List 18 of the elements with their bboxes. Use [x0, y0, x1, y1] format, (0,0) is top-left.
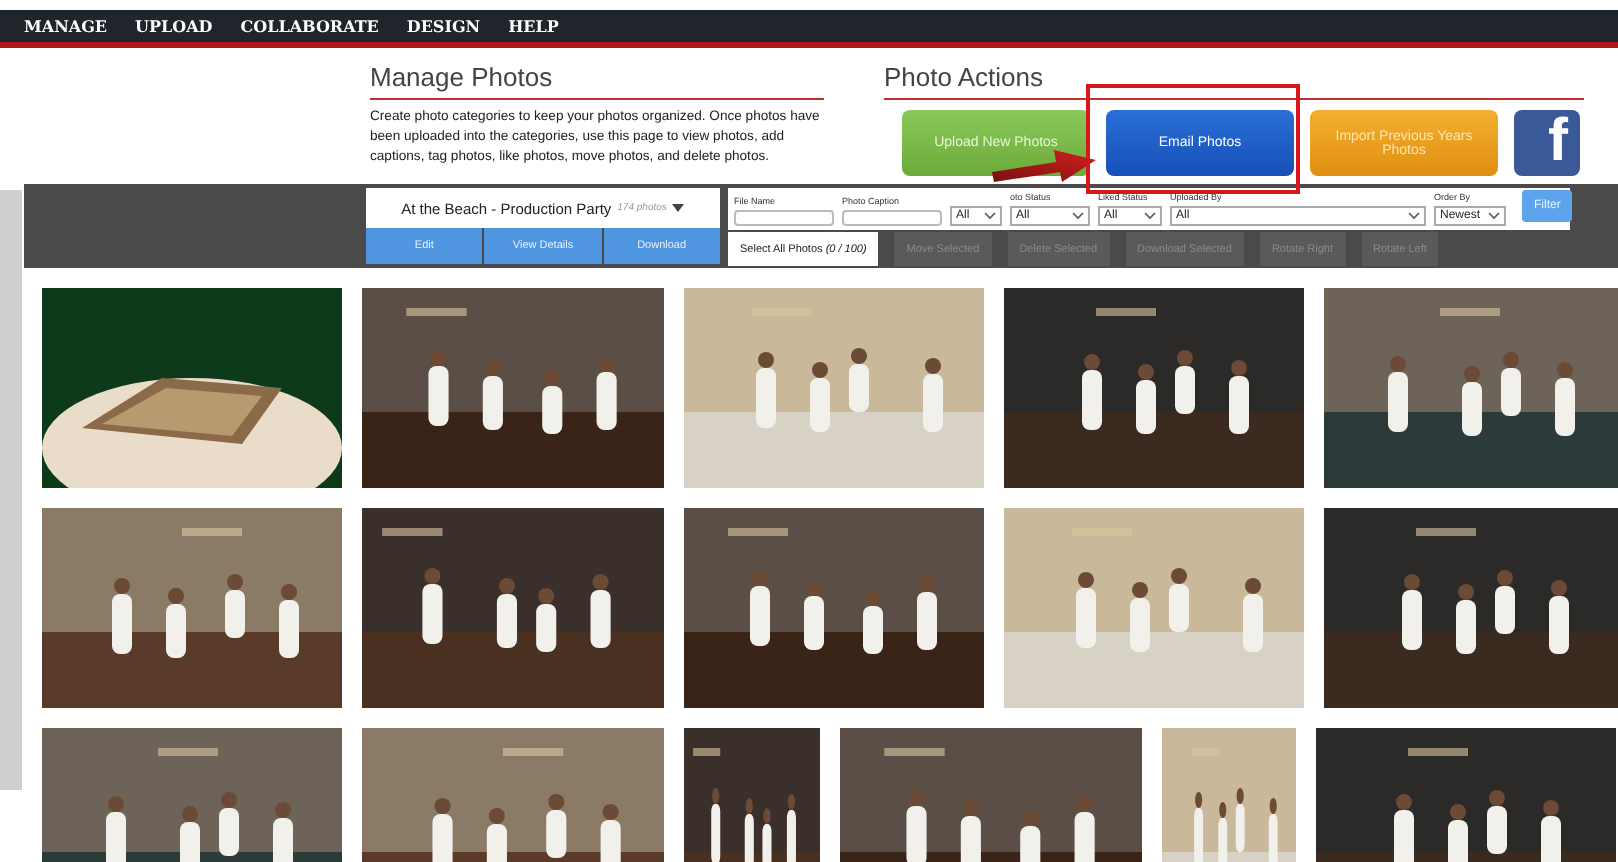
facebook-button[interactable]: f — [1514, 110, 1580, 176]
caret-icon — [672, 204, 685, 212]
input-field[interactable] — [734, 210, 834, 226]
nav-link[interactable]: UPLOAD — [135, 16, 213, 36]
scrollbar[interactable] — [0, 190, 22, 790]
chevron-icon — [984, 212, 996, 220]
input-field[interactable] — [842, 210, 942, 226]
nav-link[interactable]: MANAGE — [24, 16, 108, 36]
pointer-arrow — [992, 150, 1096, 182]
chevron-icon — [1072, 212, 1084, 220]
nav-link[interactable]: DESIGN — [406, 16, 481, 36]
chevron-icon — [1408, 212, 1420, 220]
nav-link[interactable]: COLLABORATE — [240, 16, 379, 36]
section-title: Photo Actions — [884, 48, 1584, 100]
nav-link[interactable]: HELP — [508, 16, 559, 36]
chevron-icon — [1488, 212, 1500, 220]
section-title: Manage Photos — [370, 48, 824, 100]
chevron-icon — [1144, 212, 1156, 220]
